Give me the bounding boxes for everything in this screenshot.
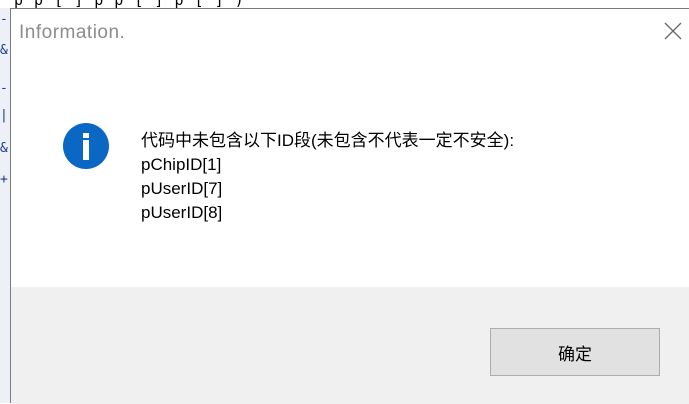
gutter-glyph: - (0, 12, 8, 27)
dialog-footer: 确定 (11, 287, 689, 404)
dialog-message: 代码中未包含以下ID段(未包含不代表一定不安全): pChipID[1] pUs… (141, 129, 514, 225)
close-icon (664, 22, 682, 40)
ok-button[interactable]: 确定 (490, 328, 660, 376)
gutter-glyph: & (0, 43, 8, 58)
background-code-line: p p [ ] p p [ ] p [ ] ) (0, 0, 689, 8)
dialog-titlebar[interactable]: Information. (11, 9, 689, 59)
message-line: pUserID[8] (141, 203, 223, 222)
information-dialog: Information. 代码中未包含以下ID段(未包含不代表一定不安全): p… (10, 8, 689, 404)
dialog-title: Information. (19, 22, 126, 43)
background-code-text: p p [ ] p p [ ] p [ ] ) (14, 0, 245, 8)
close-button[interactable] (659, 17, 687, 45)
info-icon-dot (83, 133, 89, 138)
dialog-content: 代码中未包含以下ID段(未包含不代表一定不安全): pChipID[1] pUs… (11, 59, 689, 287)
gutter-glyph: + (0, 172, 8, 187)
message-line: pChipID[1] (141, 155, 222, 174)
info-icon (63, 123, 109, 169)
gutter-glyph: | (0, 108, 8, 123)
info-icon-bar (83, 140, 89, 160)
message-line: 代码中未包含以下ID段(未包含不代表一定不安全): (141, 131, 515, 150)
gutter-glyph: & (0, 141, 8, 156)
gutter-glyph: - (0, 81, 8, 96)
message-line: pUserID[7] (141, 179, 223, 198)
